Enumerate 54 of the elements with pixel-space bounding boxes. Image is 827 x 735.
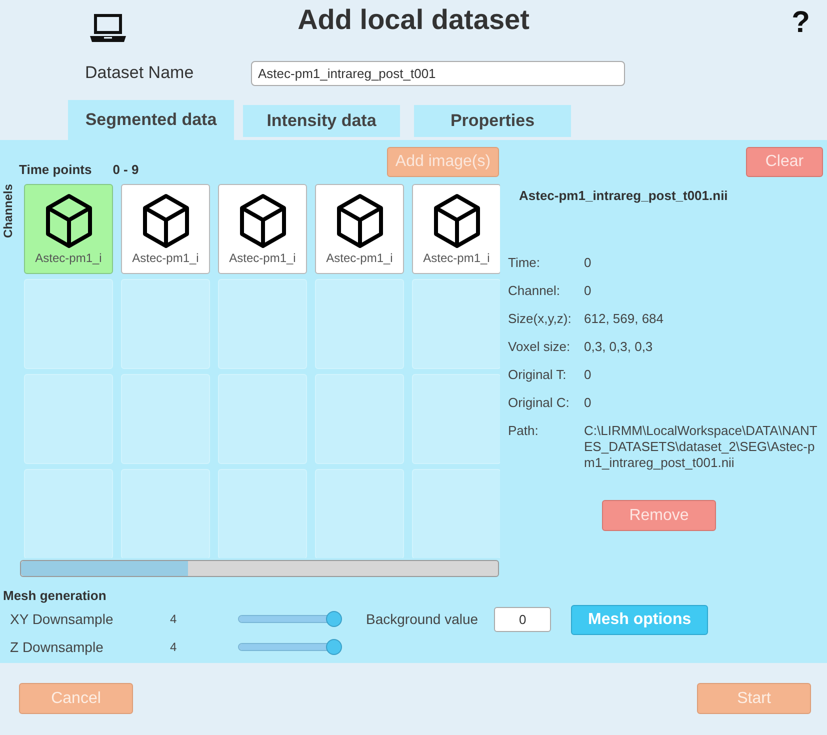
scrollbar-thumb[interactable] — [21, 561, 188, 576]
channels-label: Channels — [1, 184, 15, 238]
field-label: Original T: — [508, 367, 568, 383]
background-value-label: Background value — [366, 611, 478, 627]
field-label: Channel: — [508, 283, 562, 299]
image-thumbnail[interactable]: Astec-pm1_i — [218, 184, 307, 274]
dataset-name-field[interactable]: Astec-pm1_intrareg_post_t001 — [251, 60, 625, 86]
image-thumbnail[interactable]: Astec-pm1_i — [315, 184, 404, 274]
field-value: 0 — [584, 283, 592, 299]
slider-label: XY Downsample — [9, 611, 114, 627]
laptop-icon — [88, 12, 128, 44]
field-label: Time: — [508, 255, 542, 271]
tab[interactable]: Intensity data — [243, 105, 400, 137]
thumbnail-label: Astec-pm1_i — [229, 251, 296, 265]
image-thumbnail[interactable]: Astec-pm1_i — [24, 184, 113, 274]
slider-thumb[interactable] — [326, 611, 342, 627]
slider-thumb[interactable] — [326, 639, 342, 655]
help-button[interactable]: ? — [792, 8, 810, 43]
slider-reading: 4 — [170, 640, 178, 654]
thumbnail-label: Astec-pm1_i — [326, 251, 393, 265]
thumbnail-label: Astec-pm1_i — [423, 251, 490, 265]
window-title: Add local dataset — [298, 4, 530, 36]
slider-label: Z Downsample — [9, 639, 104, 655]
thumbnail-label: Astec-pm1_i — [35, 251, 102, 265]
field-label: Size(x,y,z): — [508, 311, 572, 327]
cube-icon — [238, 193, 288, 249]
field-label: Original C: — [508, 395, 570, 411]
dataset-name-label: Dataset Name — [85, 63, 195, 83]
field-value: 0 — [584, 367, 592, 383]
field-value: 0 — [584, 395, 592, 411]
mesh-generation-heading: Mesh generation — [3, 588, 108, 603]
field-value: 612, 569, 684 — [584, 311, 665, 327]
slider[interactable] — [238, 638, 342, 656]
tab[interactable]: Properties — [414, 105, 571, 137]
file-name: Astec-pm1_intrareg_post_t001.nii — [519, 188, 729, 203]
image-thumbnail[interactable]: Astec-pm1_i — [412, 184, 500, 274]
cube-icon — [44, 193, 94, 249]
time-points-label: Time points — [19, 162, 92, 177]
horizontal-scrollbar[interactable] — [20, 560, 499, 577]
image-thumbnail[interactable]: Astec-pm1_i — [121, 184, 210, 274]
slider[interactable] — [238, 610, 342, 628]
slider-reading: 4 — [170, 612, 178, 626]
cube-icon — [140, 193, 190, 249]
thumbnail-label: Astec-pm1_i — [132, 251, 199, 265]
field-value: 0,3, 0,3, 0,3 — [584, 339, 654, 355]
field-label: Voxel size: — [508, 339, 572, 355]
tab[interactable]: Segmented data — [68, 100, 234, 140]
field-value: C:\LIRMM\LocalWorkspace\DATA\NANTES_DATASETS\dataset_2\SEG\Astec-pm1_intrareg_post_t001.nii — [584, 423, 818, 471]
field-value: 0 — [584, 255, 592, 271]
background-value-field[interactable]: 0 — [494, 607, 552, 632]
time-points-range: 0 - 9 — [112, 162, 139, 177]
field-label: Path: — [508, 423, 540, 440]
cube-icon — [432, 193, 482, 249]
cube-icon — [334, 193, 384, 249]
